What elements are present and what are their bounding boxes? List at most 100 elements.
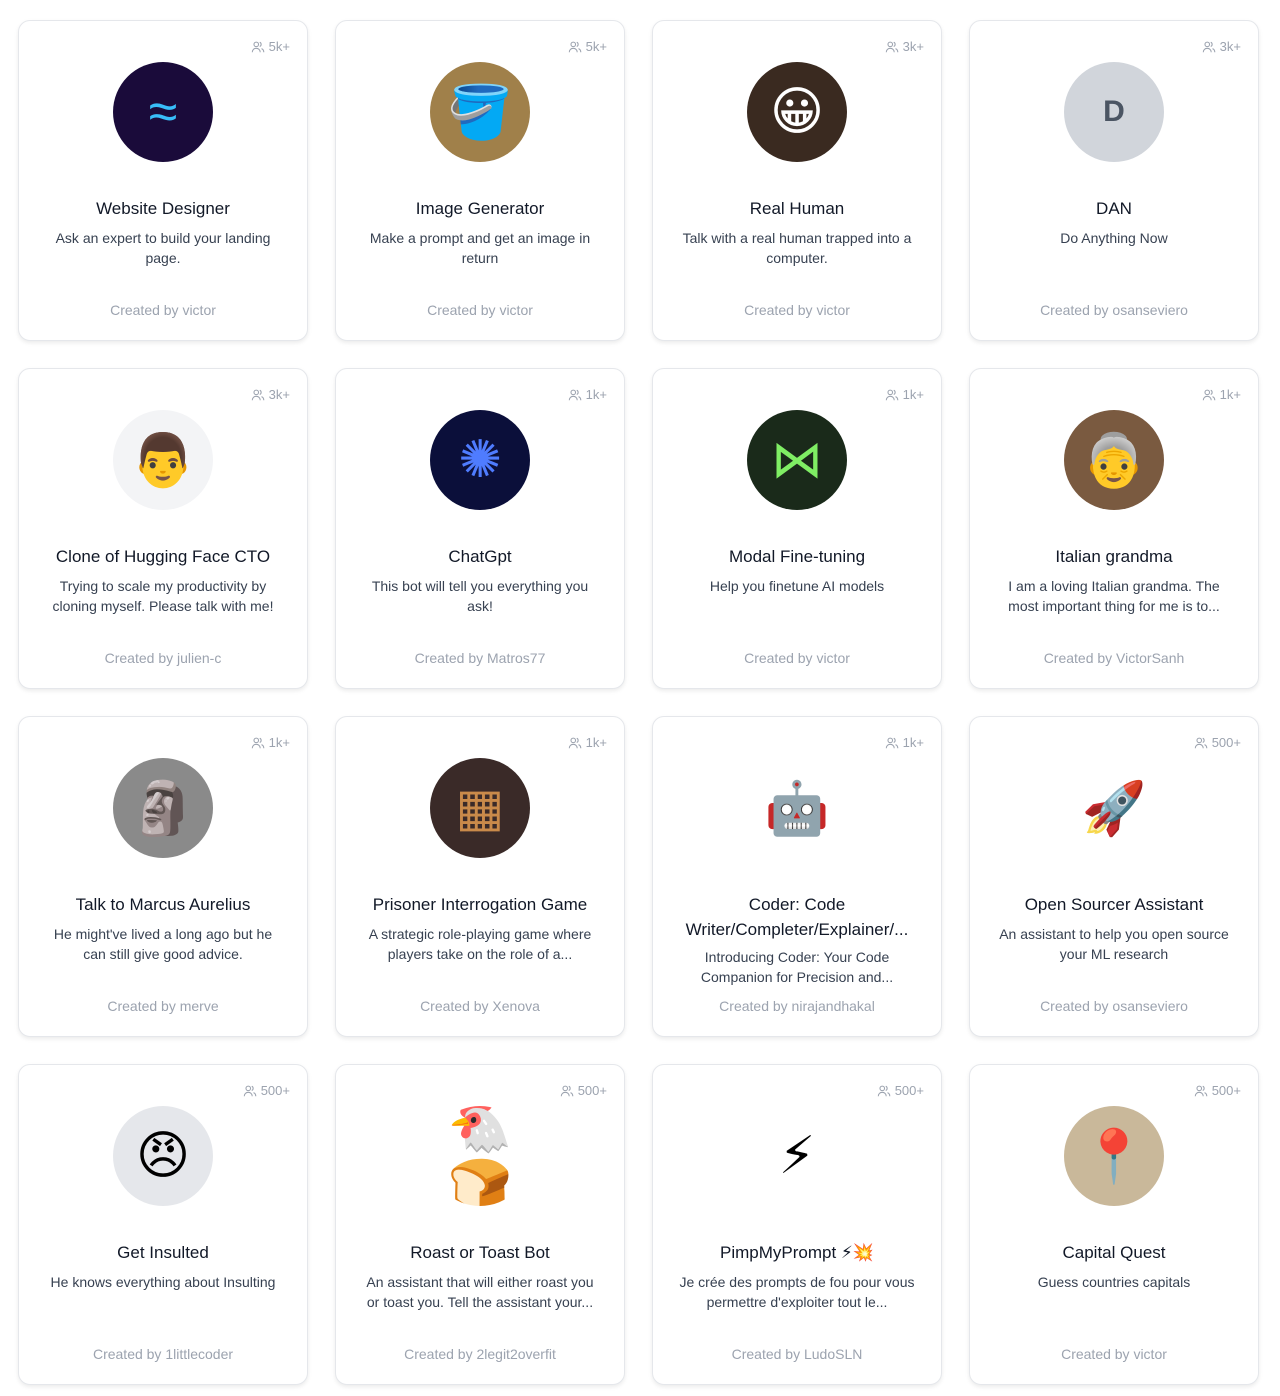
user-count-value: 3k+ — [902, 39, 924, 54]
assistant-description: He knows everything about Insulting — [50, 1274, 276, 1290]
user-count: 3k+ — [885, 39, 924, 54]
assistant-title: ChatGpt — [448, 547, 512, 566]
assistant-description: An assistant that will either roast you … — [366, 1274, 594, 1310]
user-count-value: 1k+ — [585, 735, 607, 750]
assistant-title: Capital Quest — [1062, 1243, 1166, 1262]
assistant-creator: Created by 1littlecoder — [92, 1346, 234, 1362]
user-count-value: 5k+ — [268, 39, 290, 54]
assistant-title: Open Sourcer Assistant — [1024, 895, 1204, 914]
assistant-card[interactable]: 1k+ 👵 Italian grandma I am a loving Italian… — [969, 368, 1259, 689]
assistant-card[interactable]: 1k+ 🤖 Coder: Code Writer/Completer/Explain… — [652, 716, 942, 1037]
user-count: 5k+ — [568, 39, 607, 54]
assistant-title: DAN — [1096, 199, 1132, 218]
assistant-title: Roast or Toast Bot — [410, 1243, 550, 1262]
assistant-creator: Created by nirajandhakal — [719, 998, 875, 1014]
user-count: 500+ — [243, 1083, 290, 1098]
user-count-value: 1k+ — [902, 735, 924, 750]
assistant-card[interactable]: 1k+ 🗿 Talk to Marcus Aurelius He might've l… — [18, 716, 308, 1037]
assistant-title: Get Insulted — [117, 1243, 209, 1262]
user-count-value: 500+ — [894, 1083, 924, 1098]
assistant-creator: Created by victor — [744, 302, 850, 318]
user-count-value: 1k+ — [585, 387, 607, 402]
users-icon — [243, 1084, 257, 1098]
user-count-value: 500+ — [1211, 1083, 1241, 1098]
assistant-card[interactable]: 5k+ ≈ Website Designer Ask an expert to bui… — [18, 20, 308, 341]
grandma-photo-icon: 👵 — [1064, 410, 1164, 510]
tailwind-waves-icon: ≈ — [113, 62, 213, 162]
users-icon — [885, 40, 899, 54]
assistant-card[interactable]: 1k+ ✺ ChatGpt This bot will tell you everyt… — [335, 368, 625, 689]
paint-bucket-icon: 🪣 — [430, 62, 530, 162]
marble-bust-icon: 🗿 — [113, 758, 213, 858]
users-icon — [251, 736, 265, 750]
users-icon — [885, 388, 899, 402]
assistant-title: Italian grandma — [1055, 547, 1173, 566]
angry-face-icon: 😠 — [113, 1106, 213, 1206]
user-count: 500+ — [1194, 735, 1241, 750]
user-count: 1k+ — [568, 387, 607, 402]
users-icon — [560, 1084, 574, 1098]
assistant-card[interactable]: 500+ 🐔🍞 Roast or Toast Bot An assistant tha… — [335, 1064, 625, 1385]
assistant-card[interactable]: 500+ ⚡ PimpMyPrompt ⚡💥 Je crée des prompts … — [652, 1064, 942, 1385]
assistant-creator: Created by victor — [110, 302, 216, 318]
assistant-creator: Created by victor — [744, 650, 850, 666]
assistant-card[interactable]: 1k+ ▦ Prisoner Interrogation Game A strateg… — [335, 716, 625, 1037]
user-count: 500+ — [877, 1083, 924, 1098]
user-count: 1k+ — [251, 735, 290, 750]
assistant-card[interactable]: 500+ 📍 Capital Quest Guess countries capita… — [969, 1064, 1259, 1385]
user-count: 1k+ — [885, 387, 924, 402]
assistant-creator: Created by victor — [427, 302, 533, 318]
assistant-card[interactable]: 3k+ 😀 Real Human Talk with a real human tra… — [652, 20, 942, 341]
assistant-card[interactable]: 500+ 🚀 Open Sourcer Assistant An assistant … — [969, 716, 1259, 1037]
assistant-title: Image Generator — [415, 199, 545, 218]
assistant-creator: Created by julien-c — [104, 650, 222, 666]
users-icon — [1202, 40, 1216, 54]
users-icon — [1194, 1084, 1208, 1098]
assistant-description: He might've lived a long ago but he can … — [53, 926, 273, 962]
assistant-description: Help you finetune AI models — [709, 578, 885, 594]
user-count: 1k+ — [568, 735, 607, 750]
assistant-title: Website Designer — [96, 199, 230, 218]
users-icon — [1194, 736, 1208, 750]
assistant-creator: Created by 2legit2overfit — [404, 1346, 556, 1362]
user-count-value: 500+ — [577, 1083, 607, 1098]
assistant-card[interactable]: 3k+ 👨 Clone of Hugging Face CTO Trying to s… — [18, 368, 308, 689]
assistant-card[interactable]: 5k+ 🪣 Image Generator Make a prompt and get… — [335, 20, 625, 341]
assistant-description: Ask an expert to build your landing page… — [55, 230, 271, 266]
users-icon — [877, 1084, 891, 1098]
assistant-description: Je crée des prompts de fou pour vous per… — [679, 1274, 915, 1310]
map-pins-icon: 📍 — [1064, 1106, 1164, 1206]
user-count-value: 5k+ — [585, 39, 607, 54]
assistant-creator: Created by Xenova — [420, 998, 540, 1014]
assistant-title: Talk to Marcus Aurelius — [75, 895, 251, 914]
user-count-value: 500+ — [1211, 735, 1241, 750]
assistant-title: Prisoner Interrogation Game — [372, 895, 588, 914]
assistant-card[interactable]: 1k+ ⋈ Modal Fine-tuning Help you finetune A… — [652, 368, 942, 689]
assistant-description: Guess countries capitals — [1037, 1274, 1191, 1290]
assistant-title: Clone of Hugging Face CTO — [55, 547, 271, 566]
rocket-duck-icon: 🚀 — [1064, 758, 1164, 858]
user-count-value: 1k+ — [268, 735, 290, 750]
assistant-card[interactable]: 500+ 😠 Get Insulted He knows everything abo… — [18, 1064, 308, 1385]
user-count: 3k+ — [1202, 39, 1241, 54]
users-icon — [568, 388, 582, 402]
user-count: 3k+ — [251, 387, 290, 402]
assistant-description: I am a loving Italian grandma. The most … — [1008, 578, 1220, 614]
robot-icon: 🤖 — [747, 758, 847, 858]
assistant-title: Coder: Code Writer/Completer/Explainer/.… — [685, 895, 909, 939]
prison-door-icon: ▦ — [430, 758, 530, 858]
assistant-description: An assistant to help you open source you… — [999, 926, 1229, 962]
assistant-title: Real Human — [749, 199, 845, 218]
assistant-creator: Created by osanseviero — [1040, 302, 1188, 318]
users-icon — [251, 388, 265, 402]
assistant-creator: Created by VictorSanh — [1043, 650, 1185, 666]
assistant-description: A strategic role-playing game where play… — [368, 926, 592, 962]
assistant-description: Trying to scale my productivity by cloni… — [52, 578, 274, 614]
user-count-value: 1k+ — [1219, 387, 1241, 402]
assistants-grid: 5k+ ≈ Website Designer Ask an expert to bui… — [18, 20, 1259, 1385]
modal-logo-icon: ⋈ — [747, 410, 847, 510]
user-count: 500+ — [1194, 1083, 1241, 1098]
assistant-description: This bot will tell you everything you as… — [371, 578, 589, 614]
assistant-card[interactable]: 3k+ D DAN Do Anything Now Created by osansev… — [969, 20, 1259, 341]
user-count: 1k+ — [1202, 387, 1241, 402]
